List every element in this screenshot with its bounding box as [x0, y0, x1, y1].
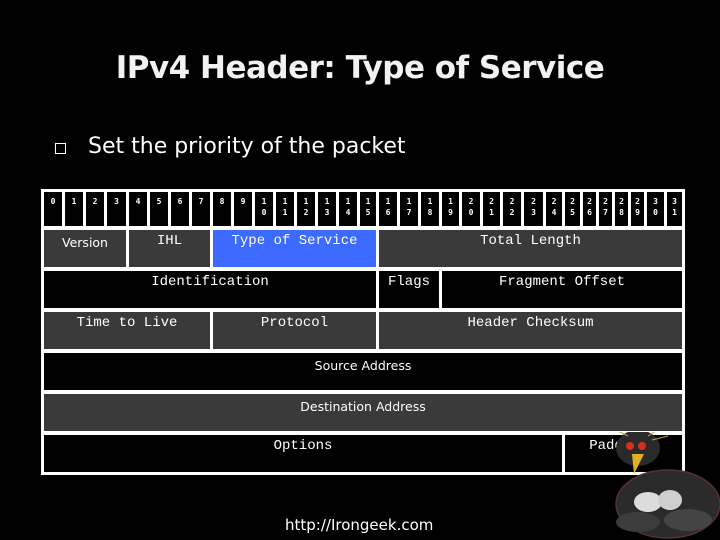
fragment-offset-field: Fragment Offset — [439, 268, 685, 311]
version-field: Version — [41, 227, 129, 270]
total-length-field: Total Length — [376, 227, 685, 270]
source-address-field: Source Address — [41, 350, 685, 393]
footer-url[interactable]: http://Irongeek.com — [285, 516, 433, 534]
slide-title: IPv4 Header: Type of Service — [115, 50, 605, 86]
bullet-text: Set the priority of the packet — [88, 134, 406, 159]
protocol-field: Protocol — [210, 309, 379, 352]
header-checksum-field: Header Checksum — [376, 309, 685, 352]
muscular-penguin-mascot-icon — [615, 432, 720, 539]
square-bullet-icon — [55, 142, 66, 154]
time-to-live-field: Time to Live — [41, 309, 213, 352]
flags-field: Flags — [376, 268, 442, 311]
destination-address-field: Destination Address — [41, 391, 685, 434]
ihl-field: IHL — [126, 227, 213, 270]
options-field: Options — [41, 432, 565, 475]
identification-field: Identification — [41, 268, 379, 311]
type-of-service-field: Type of Service — [210, 227, 379, 270]
bullet-item: Set the priority of the packet — [55, 134, 406, 159]
bit-number-cell: 3 1 — [664, 189, 685, 229]
